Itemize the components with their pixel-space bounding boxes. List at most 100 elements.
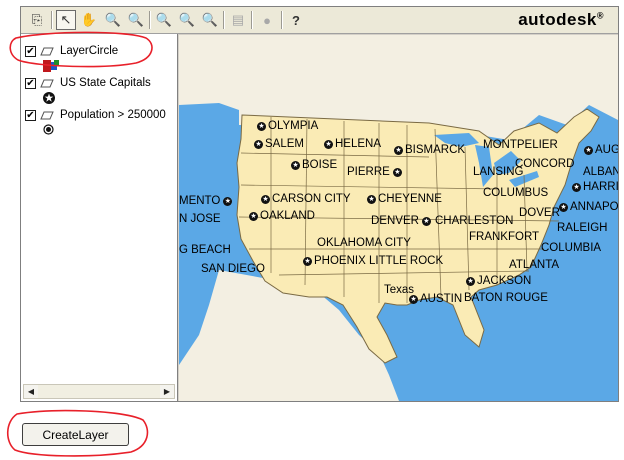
city-label: ★ CHEYENNE [367, 193, 442, 205]
city-label: LITTLE ROCK [369, 255, 443, 267]
zoom-in-icon[interactable]: 🔍 [103, 10, 123, 30]
properties-icon[interactable]: ▤ [228, 10, 248, 30]
layer-name: Population > 250000 [60, 109, 166, 121]
capital-star-icon: ★ [559, 202, 568, 212]
toolbar-separator [51, 11, 53, 29]
brand-logo: autodesk® [518, 10, 604, 30]
capital-star-icon: ★ [249, 211, 258, 221]
city-name: SAN DIEGO [201, 263, 265, 275]
city-label: PIERRE ★ [347, 166, 404, 178]
zoom-extents-icon[interactable]: 🔍 [177, 10, 197, 30]
annotation-circle-button [6, 409, 149, 457]
city-label: ALBANY [583, 166, 618, 178]
capital-star-icon: ★ [257, 121, 266, 131]
layer-item-state-capitals[interactable]: ✔ US State Capitals [25, 75, 151, 91]
capital-star-icon: ★ [572, 182, 581, 192]
capital-star-icon: ★ [261, 194, 270, 204]
zoom-out-icon[interactable]: 🔍 [126, 10, 146, 30]
city-name: RALEIGH [557, 222, 608, 234]
city-name: SALEM [265, 138, 304, 150]
city-name: ATLANTA [509, 259, 560, 271]
capital-star-icon: ★ [392, 167, 402, 177]
layer-name: US State Capitals [60, 77, 151, 89]
city-name: BATON ROUGE [464, 292, 548, 304]
help-icon[interactable]: ? [286, 10, 306, 30]
city-name: BISMARCK [405, 144, 466, 156]
city-name: MENTO [179, 195, 221, 207]
star-symbol-icon [43, 92, 55, 104]
zoom-previous-icon[interactable]: 🔍 [154, 10, 174, 30]
city-label: ★HARRISBURG [572, 181, 618, 193]
city-label: ★ JACKSON [466, 275, 531, 287]
zoom-clear-icon[interactable]: 🔍 [200, 10, 220, 30]
city-label: ★ SALEM [254, 138, 304, 150]
city-label: ★ CARSON CITY [261, 193, 351, 205]
select-arrow-icon[interactable]: ↖ [56, 10, 76, 30]
capital-star-icon: ★ [584, 145, 593, 155]
city-label: DENVER ★ [371, 215, 433, 227]
city-label: SAN DIEGO [201, 263, 265, 275]
city-name: PIERRE [347, 166, 390, 178]
brand-mark: ® [596, 10, 604, 21]
layer-checkbox[interactable]: ✔ [25, 77, 36, 89]
capital-star-icon: ★ [254, 139, 263, 149]
toolbar-separator [251, 11, 253, 29]
capital-star-icon: ★ [394, 145, 403, 155]
city-label: FRANKFORT [469, 231, 539, 243]
city-label: COLUMBIA [541, 242, 601, 254]
city-label: G BEACH [179, 244, 231, 256]
city-label: OKLAHOMA CITY [317, 237, 411, 249]
city-name: PHOENIX [314, 255, 366, 267]
city-label: COLUMBUS [483, 187, 548, 199]
map-canvas[interactable]: ★ OLYMPIA ★ SALEM ★ HELENA ★ BISMARCK MONTPE… [179, 35, 618, 401]
city-name: OLYMPIA [268, 120, 319, 132]
dot-symbol-icon [43, 124, 54, 135]
city-label: ★ANNAPOLIS [559, 201, 618, 213]
city-name: DOVER [519, 207, 560, 219]
city-name: MONTPELIER [483, 139, 558, 151]
pan-hand-icon[interactable]: ✋ [79, 10, 99, 30]
city-name: COLUMBIA [541, 242, 602, 254]
capital-star-icon: ★ [421, 216, 431, 226]
city-name: DENVER [371, 215, 419, 227]
city-name: COLUMBUS [483, 187, 549, 199]
city-label: MENTO ★ [179, 195, 234, 207]
city-name: OAKLAND [260, 210, 315, 222]
city-name: BOISE [302, 159, 338, 171]
layer-checkbox[interactable]: ✔ [25, 109, 36, 121]
scroll-right-icon[interactable]: ▶ [160, 385, 174, 398]
city-name: OKLAHOMA CITY [317, 237, 411, 249]
city-label: ★ HELENA [324, 138, 381, 150]
copy-icon[interactable]: ⎘ [27, 10, 47, 30]
city-name: N JOSE [179, 213, 221, 225]
capital-star-icon: ★ [291, 160, 300, 170]
city-name: ANNAPOLIS [570, 201, 618, 213]
city-label: RALEIGH [557, 222, 608, 234]
layer-legend: ✔ LayerCircle ✔ US State Capitals ✔ Popu… [21, 34, 178, 401]
city-label: CHARLESTON [435, 215, 513, 227]
capital-star-icon: ★ [409, 294, 418, 304]
layer-type-icon [40, 79, 54, 87]
city-name: ALBANY [583, 166, 618, 178]
layer-item-population[interactable]: ✔ Population > 250000 [25, 107, 166, 123]
toolbar-separator [149, 11, 151, 29]
scroll-left-icon[interactable]: ◀ [24, 385, 38, 398]
city-label: MONTPELIER [483, 139, 558, 151]
legend-scrollbar[interactable]: ◀ ▶ [23, 384, 175, 399]
city-name: HARRISBURG [583, 181, 618, 193]
capital-star-icon: ★ [223, 196, 233, 206]
city-label: ★ OLYMPIA [257, 120, 318, 132]
city-label: CONCORD [515, 158, 574, 170]
stop-icon[interactable]: ● [257, 10, 277, 30]
toolbar-separator [281, 11, 283, 29]
capital-star-icon: ★ [466, 276, 475, 286]
city-label: ATLANTA [509, 259, 559, 271]
city-name: CHARLESTON [435, 215, 514, 227]
city-name: CARSON CITY [272, 193, 351, 205]
city-label: ★ OAKLAND [249, 210, 315, 222]
capital-star-icon: ★ [303, 256, 312, 266]
city-name: CONCORD [515, 158, 575, 170]
city-name: FRANKFORT [469, 231, 540, 243]
city-name: CHEYENNE [378, 193, 442, 205]
city-label: ★ PHOENIX [303, 255, 366, 267]
